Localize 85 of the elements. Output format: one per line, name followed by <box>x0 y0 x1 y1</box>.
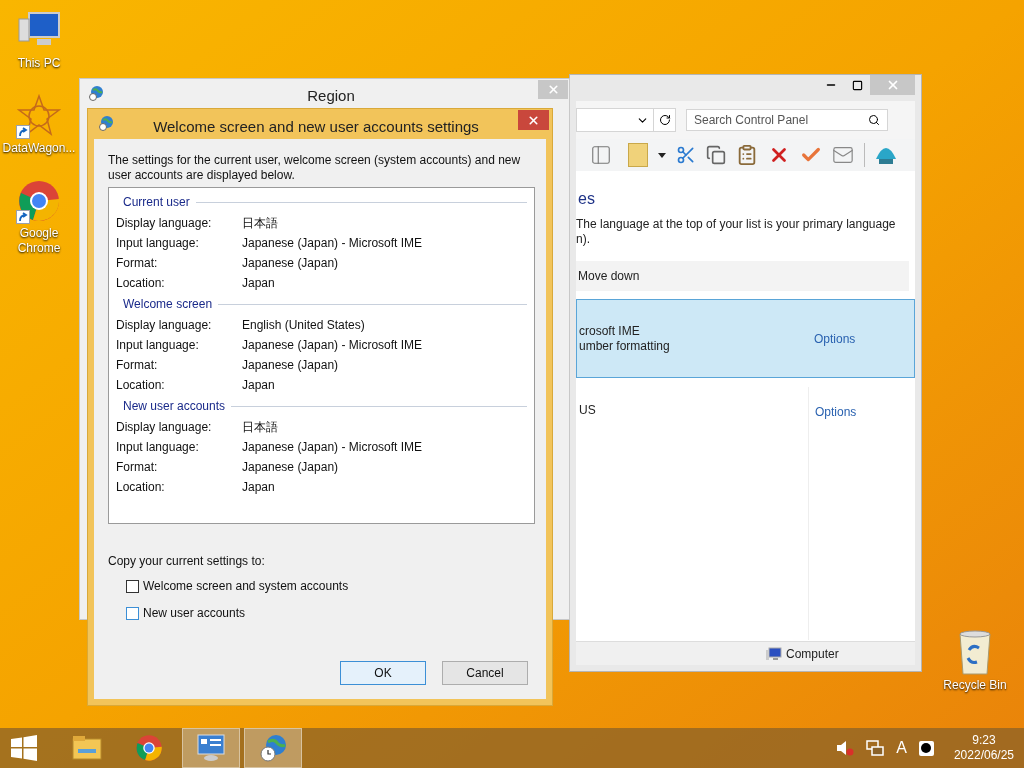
desktop-icon-label: DataWagon... <box>2 141 76 156</box>
dialog-title: Welcome screen and new user accounts settings <box>152 117 480 137</box>
desktop-icon-label: Google Chrome <box>16 226 62 256</box>
language-detail: crosoft IME <box>579 323 641 339</box>
globe-icon <box>88 85 104 101</box>
taskbar-app-button[interactable] <box>182 728 240 768</box>
status-location: Computer <box>786 645 839 663</box>
checkbox[interactable] <box>126 579 139 593</box>
close-icon <box>546 83 560 96</box>
move-down-link[interactable]: Move down <box>578 267 640 285</box>
section-heading: New user accounts <box>123 398 226 415</box>
setting-label: Input language: <box>116 337 200 354</box>
description-text: n). <box>576 232 591 247</box>
checkbox-option[interactable]: Welcome screen and system accounts <box>126 577 532 595</box>
dialog-button[interactable]: OK <box>340 661 426 685</box>
setting-value: Japan <box>242 377 275 394</box>
taskbar-app-button[interactable] <box>244 728 302 768</box>
setting-value: English (United States) <box>242 317 365 334</box>
cut-icon[interactable] <box>676 145 696 165</box>
setting-value: Japan <box>242 275 275 292</box>
search-icon <box>868 114 880 126</box>
setting-label: Location: <box>116 479 166 496</box>
control-panel-icon <box>196 734 226 762</box>
setting-value: Japan <box>242 479 275 496</box>
close-icon <box>527 113 540 127</box>
setting-label: Format: <box>116 459 159 476</box>
caret-icon[interactable] <box>658 152 666 158</box>
setting-label: Display language: <box>116 317 213 334</box>
paste-icon[interactable] <box>736 144 758 166</box>
description-text: The language at the top of your list is your primary language <box>576 217 897 232</box>
globe-icon <box>98 115 114 131</box>
setting-label: Input language: <box>116 439 200 456</box>
window-title: Region <box>306 86 356 106</box>
address-field[interactable] <box>576 108 676 132</box>
section-heading: Current user <box>123 194 190 211</box>
language-detail: US <box>579 403 597 418</box>
setting-label: Location: <box>116 275 166 292</box>
options-link[interactable]: Options <box>814 329 856 348</box>
setting-value: Japanese (Japan) - Microsoft IME <box>242 235 423 252</box>
maximize-icon <box>851 79 863 91</box>
options-link[interactable]: Options <box>815 403 857 640</box>
copy-label: Copy your current settings to: <box>108 553 266 570</box>
setting-value: 日本語 <box>242 215 278 232</box>
close-button[interactable] <box>518 110 549 130</box>
desktop-shortcut-icon[interactable] <box>16 178 62 224</box>
computer-icon <box>766 646 782 661</box>
setting-value: Japanese (Japan) <box>242 357 339 374</box>
page-heading: es <box>577 189 596 209</box>
setting-value: Japanese (Japan) <box>242 255 339 272</box>
language-row[interactable]: crosoft IME umber formatting Options <box>576 299 915 378</box>
intro-text: The settings for the current user, welcome screen (system accounts) and new user accounts are displayed below. <box>108 153 522 183</box>
layout-icon[interactable] <box>590 144 612 166</box>
section-heading: Welcome screen <box>123 296 213 313</box>
setting-value: Japanese (Japan) - Microsoft IME <box>242 439 423 456</box>
checkbox[interactable] <box>126 606 139 620</box>
shell-icon[interactable] <box>875 145 897 165</box>
checkbox-option[interactable]: New user accounts <box>126 604 532 622</box>
folder-icon <box>72 735 102 761</box>
refresh-icon[interactable] <box>658 114 671 126</box>
setting-label: Format: <box>116 357 159 374</box>
search-field[interactable]: Search Control Panel <box>686 109 888 131</box>
desktop-icon-label: This PC <box>17 56 61 71</box>
desktop-icon-label: Recycle Bin <box>943 678 1007 693</box>
setting-label: Input language: <box>116 235 200 252</box>
setting-label: Display language: <box>116 215 213 232</box>
ime-pad-icon[interactable] <box>918 740 934 756</box>
windows-logo-icon <box>11 735 37 761</box>
muted-speaker-icon[interactable] <box>836 740 855 756</box>
clock[interactable]: 9:23 2022/06/25 <box>953 733 1014 763</box>
language-detail: umber formatting <box>579 338 671 354</box>
dialog-button[interactable]: Cancel <box>442 661 528 685</box>
envelope-icon[interactable] <box>832 144 854 166</box>
setting-label: Location: <box>116 377 166 394</box>
setting-label: Display language: <box>116 419 213 436</box>
desktop-shortcut-icon[interactable] <box>16 93 62 139</box>
setting-label: Format: <box>116 255 159 272</box>
globe-clock-icon <box>258 733 288 763</box>
network-icon[interactable] <box>866 740 885 756</box>
copy-icon[interactable] <box>706 145 726 165</box>
setting-value: Japanese (Japan) <box>242 459 339 476</box>
ime-mode-indicator[interactable]: A <box>896 736 907 760</box>
chrome-icon <box>135 734 163 762</box>
recycle-bin-icon[interactable] <box>957 630 993 676</box>
setting-value: Japanese (Japan) - Microsoft IME <box>242 337 423 354</box>
setting-value: 日本語 <box>242 419 278 436</box>
